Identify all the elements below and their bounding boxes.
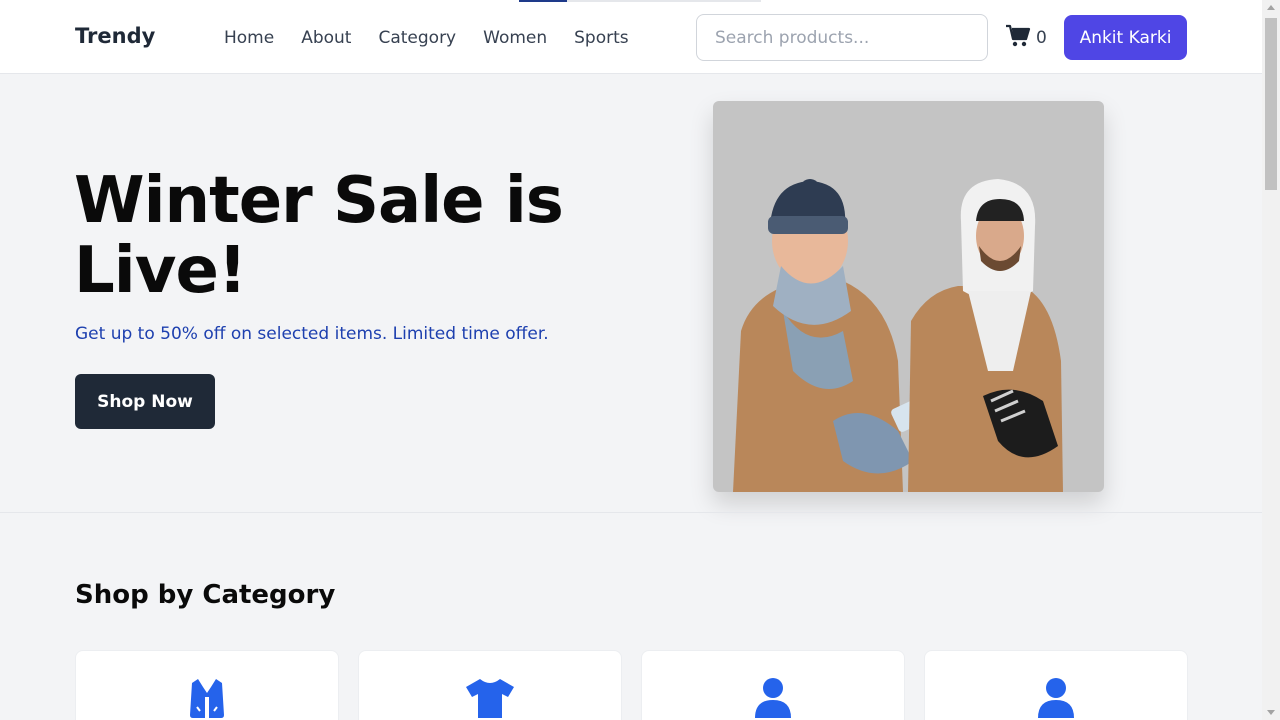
cart-count: 0 xyxy=(1036,28,1047,48)
category-card[interactable] xyxy=(924,650,1188,720)
hero-image xyxy=(713,101,1104,492)
category-cards xyxy=(75,650,1188,720)
cart-icon xyxy=(1005,24,1031,52)
nav-category-link[interactable]: Category xyxy=(378,28,456,48)
shop-by-category-title: Shop by Category xyxy=(75,580,336,610)
search-input[interactable] xyxy=(696,14,988,61)
page-scrollbar[interactable] xyxy=(1262,0,1280,720)
scroll-up-arrow-icon[interactable] xyxy=(1267,5,1275,10)
vest-icon xyxy=(188,677,226,720)
page-load-progress xyxy=(519,0,761,2)
nav-sports-link[interactable]: Sports xyxy=(574,28,629,48)
cart-button[interactable]: 0 xyxy=(1005,24,1047,52)
category-card[interactable] xyxy=(641,650,905,720)
scroll-down-arrow-icon[interactable] xyxy=(1267,710,1275,715)
nav-women-link[interactable]: Women xyxy=(483,28,547,48)
hero-title: Winter Sale is Live! xyxy=(74,164,564,308)
main-nav: Home About Category Women Sports xyxy=(224,28,629,48)
user-account-button[interactable]: Ankit Karki xyxy=(1064,15,1187,60)
brand-logo[interactable]: Trendy xyxy=(75,24,155,48)
category-card[interactable] xyxy=(75,650,339,720)
tshirt-icon xyxy=(464,677,516,720)
hero-subtitle: Get up to 50% off on selected items. Lim… xyxy=(75,324,549,344)
user-icon xyxy=(1037,677,1075,720)
shop-now-button[interactable]: Shop Now xyxy=(75,374,215,429)
nav-about-link[interactable]: About xyxy=(301,28,351,48)
top-navbar: Trendy Home About Category Women Sports … xyxy=(0,0,1262,74)
section-divider xyxy=(0,512,1262,513)
nav-home-link[interactable]: Home xyxy=(224,28,274,48)
page-load-progress-fill xyxy=(519,0,568,2)
scroll-thumb[interactable] xyxy=(1265,18,1277,190)
user-icon xyxy=(754,677,792,720)
category-card[interactable] xyxy=(358,650,622,720)
